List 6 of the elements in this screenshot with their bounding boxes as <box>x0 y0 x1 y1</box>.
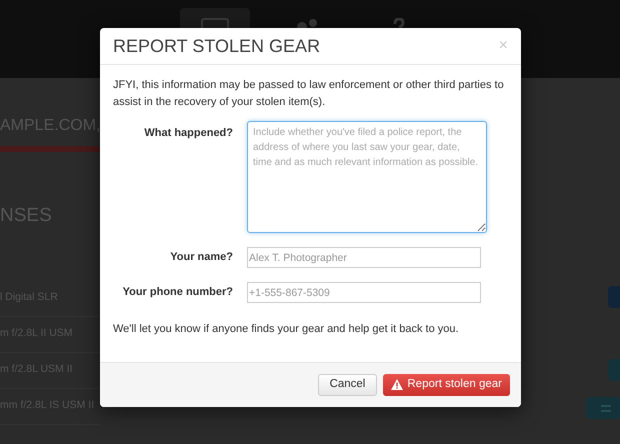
field-label: Your name? <box>169 250 233 266</box>
field-label: What happened? <box>143 126 233 141</box>
note-text: We'll let you know if anyone finds your gear and help get it back to you. <box>113 322 460 337</box>
field-label: Your phone number? <box>122 285 233 300</box>
intro-text: JFYI, this information may be passed to law enforcement or other third parties to assist in the recovery of your stolen item(s). <box>113 78 505 110</box>
modal-title: REPORT STOLEN GEAR <box>113 34 320 58</box>
